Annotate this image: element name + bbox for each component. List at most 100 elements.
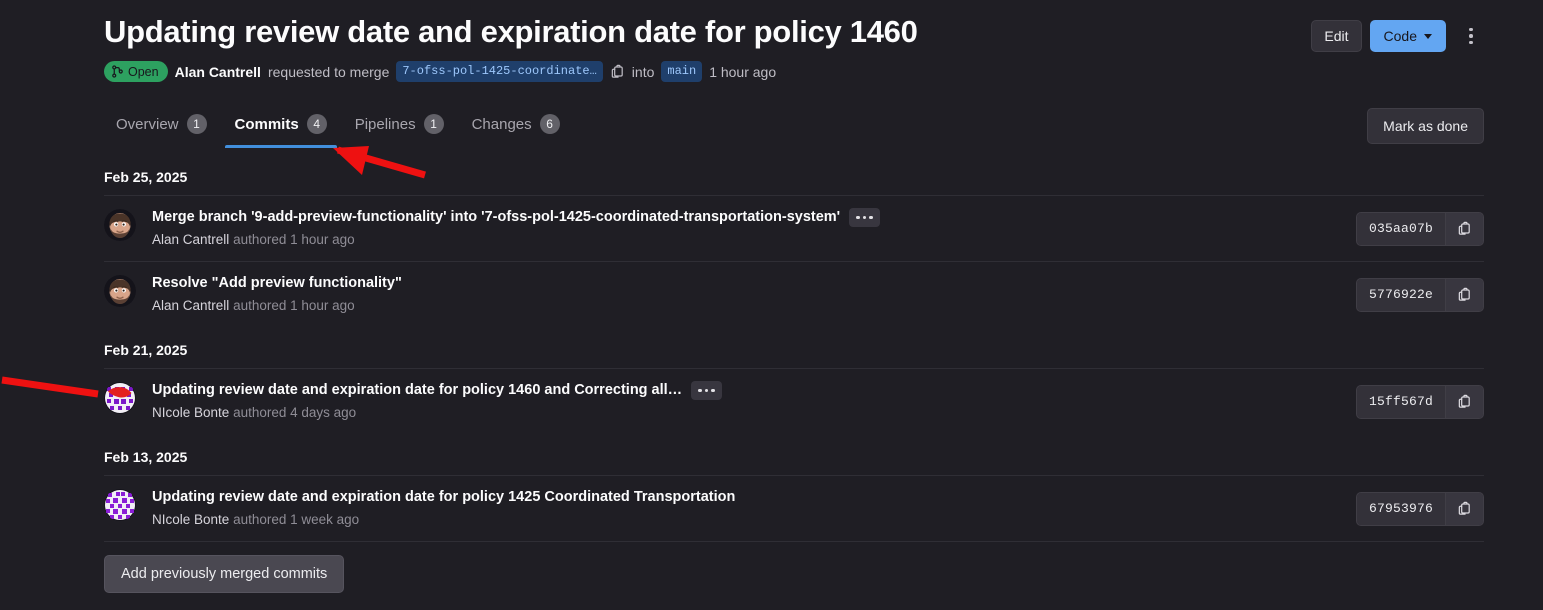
more-actions-button[interactable] — [1458, 21, 1484, 51]
code-button-label: Code — [1383, 28, 1417, 44]
tab-pipelines-label: Pipelines — [354, 115, 416, 133]
copy-branch-icon[interactable] — [610, 64, 625, 79]
commit-row[interactable]: Updating review date and expiration date… — [104, 475, 1484, 541]
copy-sha-button[interactable] — [1445, 385, 1483, 418]
avatar[interactable] — [104, 382, 136, 414]
avatar-alan-cantrell-icon — [104, 275, 136, 307]
merge-request-page: Updating review date and expiration date… — [0, 0, 1543, 610]
commit-time: 1 hour ago — [290, 232, 355, 247]
commit-sha-group: 035aa07b — [1355, 211, 1484, 246]
commit-title[interactable]: Merge branch '9-add-preview-functionalit… — [152, 208, 840, 227]
commit-body: Merge branch '9-add-preview-functionalit… — [152, 208, 880, 249]
clipboard-icon — [1458, 221, 1470, 235]
commit-left: Updating review date and expiration date… — [104, 381, 722, 422]
merge-request-header: Updating review date and expiration date… — [104, 12, 1484, 82]
commit-author[interactable]: NIcole Bonte — [152, 405, 229, 420]
requested-to-merge-text: requested to merge — [267, 63, 390, 80]
commit-date-header: Feb 21, 2025 — [104, 342, 188, 358]
kebab-dot — [1469, 34, 1473, 38]
commit-sha-group: 5776922e — [1355, 277, 1484, 312]
commit-title[interactable]: Updating review date and expiration date… — [152, 381, 682, 400]
tab-pipelines[interactable]: Pipelines 1 — [341, 108, 458, 148]
avatar[interactable] — [104, 275, 136, 307]
commit-row[interactable]: Updating review date and expiration date… — [104, 368, 1484, 434]
commit-description-toggle[interactable] — [849, 208, 880, 227]
ellipsis-dot — [698, 388, 702, 393]
commit-title[interactable]: Resolve "Add preview functionality" — [152, 274, 402, 293]
commit-sha[interactable]: 035aa07b — [1356, 212, 1445, 245]
commit-body: Resolve "Add preview functionality" Alan… — [152, 274, 402, 315]
tab-overview-label: Overview — [116, 115, 179, 133]
header-actions: Edit Code — [1311, 12, 1484, 52]
annotation-arrow-feb21-commit — [1, 376, 99, 398]
tab-commits-label: Commits — [234, 115, 299, 133]
commit-title-line: Resolve "Add preview functionality" — [152, 274, 402, 293]
ellipsis-dot — [704, 388, 709, 393]
commit-author[interactable]: Alan Cantrell — [152, 298, 229, 313]
copy-sha-button[interactable] — [1445, 278, 1483, 311]
tab-commits-count: 4 — [306, 114, 327, 134]
merge-request-status-line: Open Alan Cantrell requested to merge 7-… — [104, 61, 1484, 82]
commit-time: 1 week ago — [290, 512, 360, 527]
source-branch-chip[interactable]: 7-ofss-pol-1425-coordinate… — [396, 61, 603, 82]
tab-changes-label: Changes — [471, 115, 532, 133]
kebab-dot — [1469, 27, 1473, 32]
commits-list: Feb 25, 2025 Merge branch '9-add-preview… — [104, 162, 1484, 593]
commit-sha[interactable]: 5776922e — [1356, 278, 1445, 311]
copy-sha-button[interactable] — [1445, 212, 1483, 245]
target-branch-chip[interactable]: main — [661, 61, 703, 82]
commit-row[interactable]: Resolve "Add preview functionality" Alan… — [104, 261, 1484, 327]
tab-list: Overview 1 Commits 4 Pipelines 1 Changes… — [104, 108, 574, 148]
commit-authored-text: authored — [233, 232, 287, 247]
ellipsis-dot — [869, 215, 873, 220]
tab-changes[interactable]: Changes 6 — [458, 108, 574, 148]
commit-meta: NIcole Bonte authored 4 days ago — [152, 404, 722, 422]
add-previously-merged-commits-button[interactable]: Add previously merged commits — [104, 555, 345, 593]
commit-author[interactable]: NIcole Bonte — [152, 512, 229, 527]
title-row: Updating review date and expiration date… — [104, 12, 1484, 52]
tab-changes-count: 6 — [539, 114, 560, 134]
commit-date-header: Feb 13, 2025 — [104, 449, 188, 465]
copy-sha-button[interactable] — [1445, 492, 1483, 525]
commit-meta: Alan Cantrell authored 1 hour ago — [152, 231, 880, 249]
tab-commits[interactable]: Commits 4 — [221, 108, 341, 148]
tabs-bar: Overview 1 Commits 4 Pipelines 1 Changes… — [104, 108, 1484, 148]
clipboard-icon — [1458, 501, 1470, 515]
page-title: Updating review date and expiration date… — [104, 14, 918, 49]
commit-time: 1 hour ago — [290, 298, 355, 313]
commit-title-line: Updating review date and expiration date… — [152, 381, 722, 400]
edit-button[interactable]: Edit — [1311, 20, 1362, 52]
commit-right: 035aa07b — [1355, 211, 1484, 246]
tab-overview[interactable]: Overview 1 — [104, 108, 221, 148]
commit-title[interactable]: Updating review date and expiration date… — [152, 488, 735, 507]
mr-timestamp: 1 hour ago — [709, 63, 777, 80]
commit-left: Merge branch '9-add-preview-functionalit… — [104, 208, 880, 249]
status-badge: Open — [104, 61, 168, 82]
avatar[interactable] — [104, 209, 136, 241]
commits-list-footer: Add previously merged commits — [104, 541, 1484, 593]
commit-authored-text: authored — [233, 512, 287, 527]
mr-author-name[interactable]: Alan Cantrell — [175, 63, 261, 81]
commit-author[interactable]: Alan Cantrell — [152, 232, 229, 247]
avatar-alan-cantrell-icon — [104, 209, 136, 241]
commit-sha[interactable]: 67953976 — [1356, 492, 1445, 525]
commit-sha[interactable]: 15ff567d — [1356, 385, 1445, 418]
tab-pipelines-count: 1 — [423, 114, 444, 134]
commit-meta: NIcole Bonte authored 1 week ago — [152, 511, 735, 529]
avatar[interactable] — [104, 489, 136, 521]
commit-right: 15ff567d — [1355, 384, 1484, 419]
commit-right: 67953976 — [1355, 491, 1484, 526]
commit-row[interactable]: Merge branch '9-add-preview-functionalit… — [104, 195, 1484, 261]
ellipsis-dot — [711, 388, 715, 393]
into-text: into — [631, 63, 655, 80]
clipboard-icon — [1458, 287, 1470, 301]
commit-meta: Alan Cantrell authored 1 hour ago — [152, 297, 402, 315]
ellipsis-dot — [862, 215, 867, 220]
clipboard-icon — [1458, 394, 1470, 408]
avatar-nicole-bonte-icon — [104, 489, 136, 521]
chevron-down-icon — [1424, 34, 1432, 39]
code-button[interactable]: Code — [1369, 20, 1446, 52]
commit-description-toggle[interactable] — [691, 381, 722, 400]
commit-right: 5776922e — [1355, 277, 1484, 312]
mark-as-done-button[interactable]: Mark as done — [1367, 108, 1484, 144]
